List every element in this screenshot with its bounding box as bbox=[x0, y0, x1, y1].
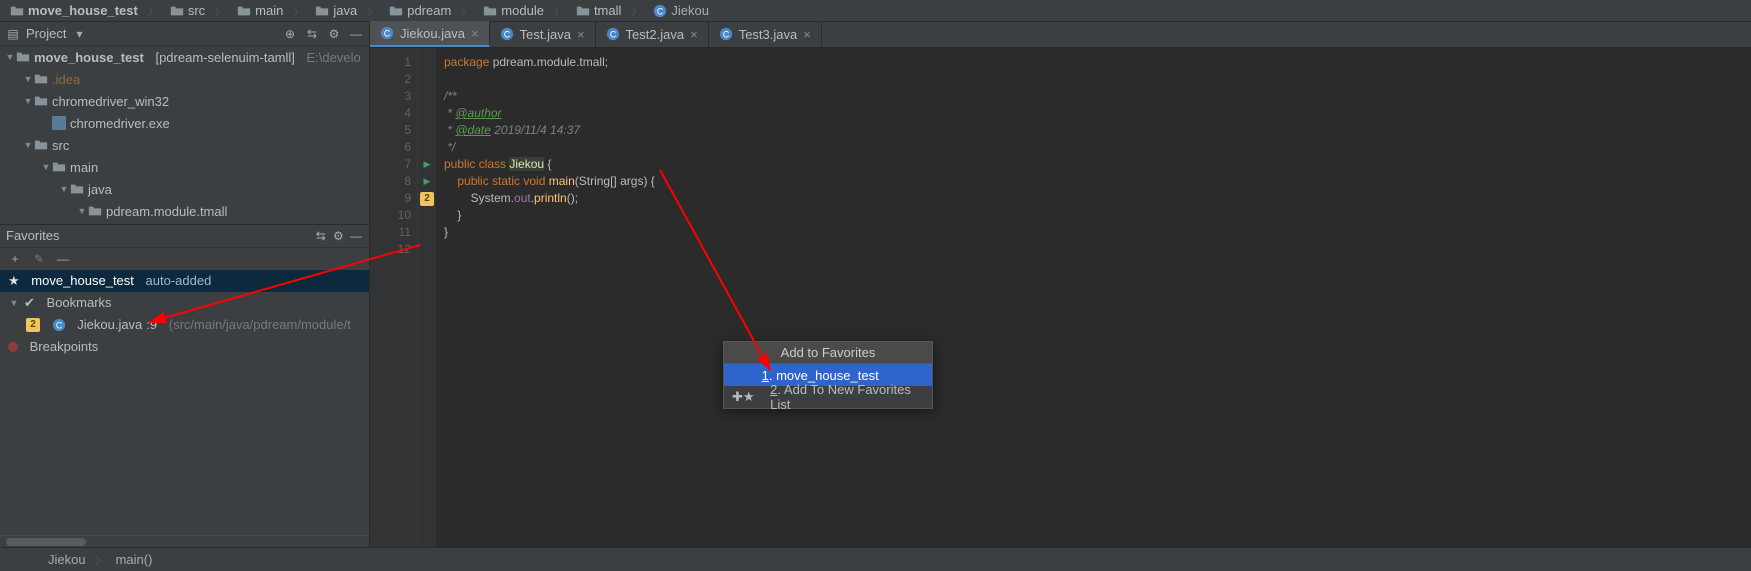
favorites-item[interactable]: 2 C Jiekou.java:9 (src/main/java/pdream/… bbox=[0, 314, 369, 336]
tree-root[interactable]: ▼ move_house_test [pdream-selenuim-tamll… bbox=[0, 46, 369, 68]
editor-tabs: CJiekou.java×CTest.java×CTest2.java×CTes… bbox=[370, 22, 1751, 48]
ed-crumb-class[interactable]: Jiekou bbox=[48, 552, 106, 567]
ed-crumb-method[interactable]: main() bbox=[116, 552, 163, 567]
svg-text:C: C bbox=[657, 6, 663, 16]
svg-text:C: C bbox=[384, 29, 390, 39]
close-icon[interactable]: × bbox=[803, 27, 811, 42]
editor-tab[interactable]: CTest.java× bbox=[490, 21, 596, 47]
tree-node[interactable]: ▼src bbox=[0, 134, 369, 156]
tree-node[interactable]: ▼chromedriver_win32 bbox=[0, 90, 369, 112]
favorites-item[interactable]: ▼✔ Bookmarks bbox=[0, 292, 369, 314]
crumb-class[interactable]: CJiekou bbox=[647, 0, 725, 22]
tree-node[interactable]: ▼main bbox=[0, 156, 369, 178]
project-tree[interactable]: ▼ move_house_test [pdream-selenuim-tamll… bbox=[0, 46, 369, 224]
popup-title: Add to Favorites bbox=[724, 342, 932, 364]
editor-tab[interactable]: CJiekou.java× bbox=[370, 21, 490, 47]
tree-node[interactable]: ▼pdream.module.tmall bbox=[0, 200, 369, 222]
crumb-java[interactable]: java bbox=[309, 0, 383, 22]
edit-icon[interactable]: ✎ bbox=[32, 252, 46, 266]
collapse-icon[interactable]: ⇆ bbox=[314, 229, 328, 243]
favorites-title: Favorites bbox=[6, 228, 59, 243]
favorites-toolbar: + ✎ — bbox=[0, 248, 369, 270]
tree-node[interactable]: ▼java bbox=[0, 178, 369, 200]
tree-node[interactable]: chromedriver.exe bbox=[0, 112, 369, 134]
project-header: ▤ Project ▾ ⊕ ⇆ ⚙ — bbox=[0, 22, 369, 46]
close-icon[interactable]: × bbox=[471, 26, 479, 41]
crumb-src[interactable]: src bbox=[164, 0, 231, 22]
chevron-down-icon[interactable]: ▾ bbox=[72, 27, 86, 41]
close-icon[interactable]: × bbox=[690, 27, 698, 42]
editor-tab[interactable]: CTest2.java× bbox=[596, 21, 709, 47]
crumb-tmall[interactable]: tmall bbox=[570, 0, 647, 22]
crumb-module[interactable]: module bbox=[477, 0, 570, 22]
gear-icon[interactable]: ⚙ bbox=[327, 27, 341, 41]
collapse-icon[interactable]: ⇆ bbox=[305, 27, 319, 41]
crumb-main[interactable]: main bbox=[231, 0, 309, 22]
remove-icon[interactable]: — bbox=[56, 252, 70, 266]
locate-icon[interactable]: ⊕ bbox=[283, 27, 297, 41]
crumb-pdream[interactable]: pdream bbox=[383, 0, 477, 22]
crumb-root[interactable]: move_house_test bbox=[4, 0, 164, 22]
editor-breadcrumb[interactable]: Jiekou main() bbox=[0, 547, 1751, 571]
favorites-tree[interactable]: ★ move_house_test auto-added▼✔ Bookmarks… bbox=[0, 270, 369, 358]
favorites-item[interactable]: Breakpoints bbox=[0, 336, 369, 358]
gutter-marks[interactable]: ▶▶2 bbox=[418, 48, 436, 547]
editor-tab[interactable]: CTest3.java× bbox=[709, 21, 822, 47]
svg-text:C: C bbox=[503, 30, 509, 40]
h-scrollbar[interactable] bbox=[0, 535, 369, 547]
favorites-item[interactable]: ★ move_house_test auto-added bbox=[0, 270, 369, 292]
breadcrumb-bar: move_house_test src main java pdream mod… bbox=[0, 0, 1751, 22]
popup-item[interactable]: ✚★ 2. Add To New Favorites List bbox=[724, 386, 932, 408]
project-title: Project bbox=[26, 26, 66, 41]
close-icon[interactable]: × bbox=[577, 27, 585, 42]
project-icon: ▤ bbox=[6, 27, 20, 41]
add-icon[interactable]: + bbox=[8, 252, 22, 266]
gutter[interactable]: 123456789101112 bbox=[370, 48, 418, 547]
tree-node[interactable]: ▼.idea bbox=[0, 68, 369, 90]
svg-text:C: C bbox=[609, 30, 615, 40]
svg-text:C: C bbox=[55, 320, 61, 330]
svg-text:C: C bbox=[723, 30, 729, 40]
favorites-popup: Add to Favorites 1. move_house_test✚★ 2.… bbox=[723, 341, 933, 409]
hide-icon[interactable]: — bbox=[349, 229, 363, 243]
editor[interactable]: 123456789101112 ▶▶2 package pdream.modul… bbox=[370, 48, 1751, 547]
crumb-label: move_house_test bbox=[28, 3, 138, 18]
code-area[interactable]: package pdream.module.tmall; /** * @auth… bbox=[436, 48, 1751, 547]
favorites-header: Favorites ⇆ ⚙ — bbox=[0, 224, 369, 248]
gear-icon[interactable]: ⚙ bbox=[331, 229, 345, 243]
hide-icon[interactable]: — bbox=[349, 27, 363, 41]
